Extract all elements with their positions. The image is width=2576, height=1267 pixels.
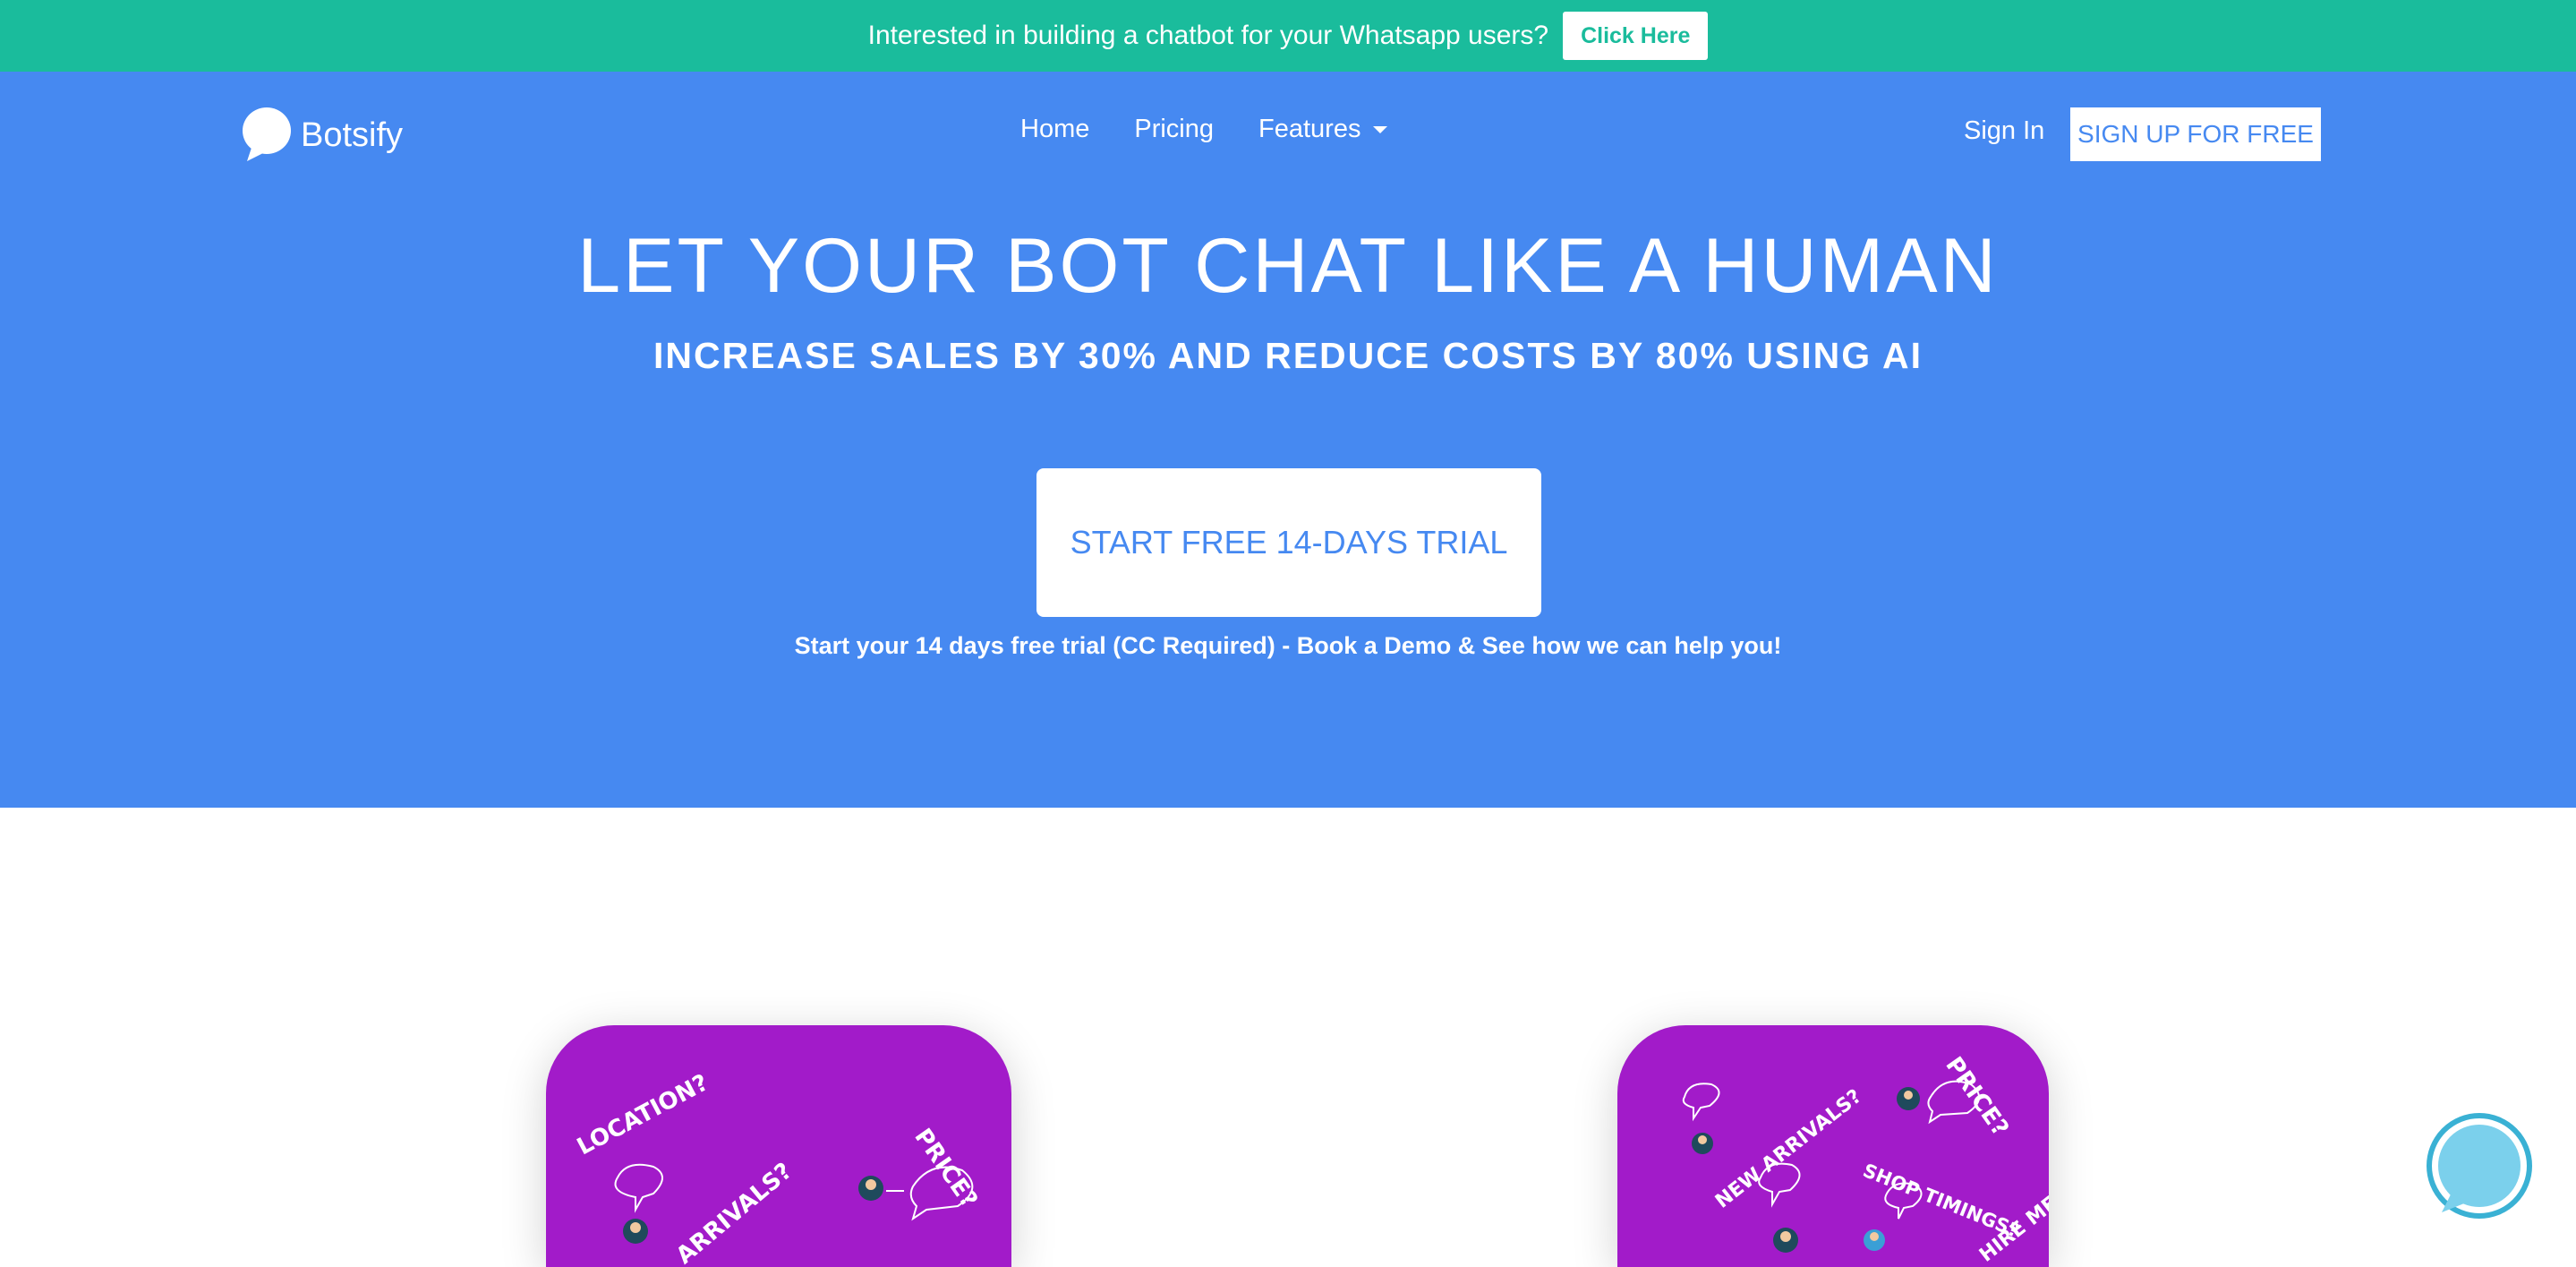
logo-text: Botsify [301,116,404,154]
promo-click-here-button[interactable]: Click Here [1563,12,1709,60]
caret-down-icon [1373,125,1388,133]
start-trial-button[interactable]: START FREE 14-DAYS TRIAL [1036,468,1541,617]
sign-up-button[interactable]: SIGN UP FOR FREE [2070,107,2321,161]
sign-in-link[interactable]: Sign In [1964,116,2044,146]
hero-subtitle: INCREASE SALES BY 30% AND REDUCE COSTS B… [653,335,1923,376]
nav-pricing[interactable]: Pricing [1134,115,1214,144]
phone-illustration-left: LOCATION? PRICE? ARRIVALS? [546,1025,1011,1267]
nav-features-label: Features [1258,115,1361,143]
promo-text: Interested in building a chatbot for you… [867,21,1549,50]
hero-section [0,72,2576,808]
phone-illustration-right: PRICE? NEW ARRIVALS? SHOP TIMINGS? HIRE … [1617,1025,2049,1267]
doodle-bubbles-right [1682,1080,1980,1253]
nav-home[interactable]: Home [1020,115,1089,144]
promo-bar: Interested in building a chatbot for you… [0,0,2576,72]
main-nav: Home Pricing Features [1020,115,1388,144]
hero-title: LET YOUR BOT CHAT LIKE A HUMAN [577,223,1999,309]
doodle-bubbles [614,1163,974,1244]
logo[interactable]: Botsify [240,106,403,165]
nav-home-label: Home [1020,115,1090,143]
trial-note: Start your 14 days free trial (CC Requir… [794,632,1782,659]
nav-features-dropdown[interactable]: Features [1258,115,1388,144]
chat-bubble-icon[interactable] [2426,1112,2533,1220]
speech-bubble-icon [243,107,291,161]
nav-pricing-label: Pricing [1134,115,1215,143]
